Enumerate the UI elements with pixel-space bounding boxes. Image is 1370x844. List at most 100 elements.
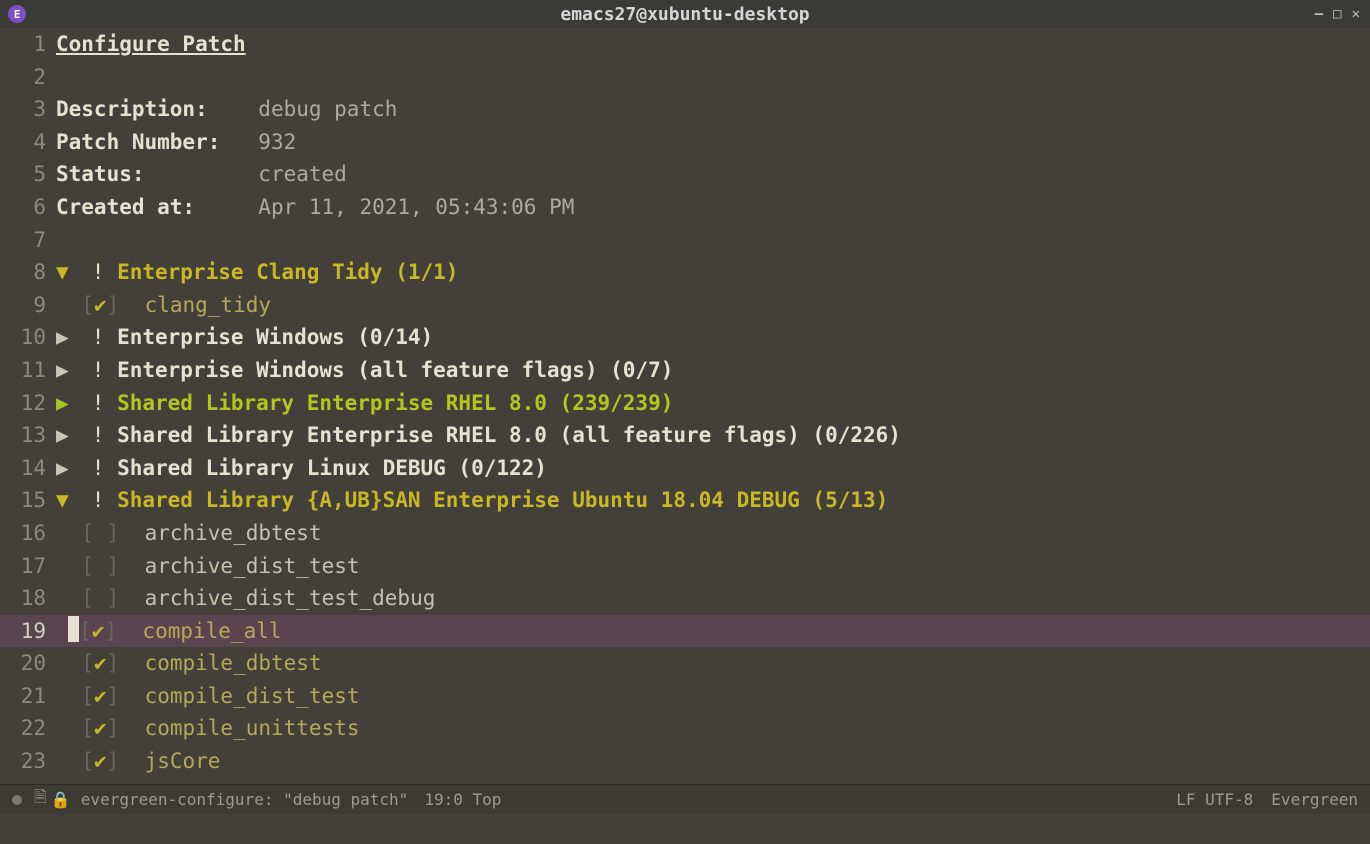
modeline-position: 19:0 Top bbox=[424, 790, 501, 809]
task-name[interactable]: compile_dist_test bbox=[145, 684, 360, 708]
minibuffer[interactable] bbox=[0, 814, 1370, 844]
line-number: 21 bbox=[0, 680, 56, 713]
lock-icon: 🔒 bbox=[51, 790, 71, 809]
task-name[interactable]: jsCore bbox=[145, 749, 221, 773]
field-line: 6Created at: Apr 11, 2021, 05:43:06 PM bbox=[0, 191, 1370, 224]
patch-number-label: Patch Number: bbox=[56, 130, 258, 154]
task-line[interactable]: 20 [✔] compile_dbtest bbox=[0, 647, 1370, 680]
section-label[interactable]: Shared Library {A,UB}SAN Enterprise Ubun… bbox=[117, 488, 888, 512]
section-marker-icon: ! bbox=[92, 391, 105, 415]
task-name[interactable]: archive_dist_test bbox=[145, 554, 360, 578]
task-line[interactable]: 21 [✔] compile_dist_test bbox=[0, 680, 1370, 713]
task-checkbox[interactable]: [✔] bbox=[81, 293, 119, 317]
blank-line: 7 bbox=[0, 224, 1370, 257]
line-number: 9 bbox=[0, 289, 56, 322]
status-label: Status: bbox=[56, 162, 258, 186]
task-checkbox[interactable]: [ ] bbox=[81, 554, 119, 578]
section-header[interactable]: 14▶ ! Shared Library Linux DEBUG (0/122) bbox=[0, 452, 1370, 485]
task-checkbox[interactable]: [✔] bbox=[81, 749, 119, 773]
fold-arrow-icon[interactable]: ▶ bbox=[56, 419, 79, 452]
line-number: 17 bbox=[0, 550, 56, 583]
modeline[interactable]: 🗎 🔒 evergreen-configure: "debug patch" 1… bbox=[0, 784, 1370, 814]
line-number: 8 bbox=[0, 256, 56, 289]
section-label[interactable]: Shared Library Enterprise RHEL 8.0 (all … bbox=[117, 423, 901, 447]
line-number: 23 bbox=[0, 745, 56, 778]
field-line: 5Status: created bbox=[0, 158, 1370, 191]
file-icon: 🗎 bbox=[34, 786, 47, 813]
minimize-button[interactable]: — bbox=[1315, 6, 1323, 22]
description-value: debug patch bbox=[258, 97, 397, 121]
line-number: 3 bbox=[0, 93, 56, 126]
emacs-window: E emacs27@xubuntu-desktop — □ ✕ 1Configu… bbox=[0, 0, 1370, 844]
task-line[interactable]: 22 [✔] compile_unittests bbox=[0, 712, 1370, 745]
task-checkbox[interactable]: [✔] bbox=[81, 651, 119, 675]
line-number: 5 bbox=[0, 158, 56, 191]
text-cursor bbox=[68, 616, 80, 642]
modeline-major-mode: Evergreen bbox=[1271, 790, 1358, 809]
task-name[interactable]: compile_all bbox=[142, 619, 281, 643]
task-checkbox[interactable]: [✔] bbox=[81, 716, 119, 740]
task-line[interactable]: 17 [ ] archive_dist_test bbox=[0, 550, 1370, 583]
task-line[interactable]: 18 [ ] archive_dist_test_debug bbox=[0, 582, 1370, 615]
fold-arrow-icon[interactable]: ▼ bbox=[56, 484, 79, 517]
section-label[interactable]: Enterprise Windows (all feature flags) (… bbox=[117, 358, 673, 382]
created-at-label: Created at: bbox=[56, 195, 258, 219]
task-checkbox[interactable]: [✔] bbox=[81, 684, 119, 708]
task-checkbox[interactable]: [ ] bbox=[81, 586, 119, 610]
line-number: 6 bbox=[0, 191, 56, 224]
task-name[interactable]: archive_dbtest bbox=[145, 521, 322, 545]
task-line[interactable]: 23 [✔] jsCore bbox=[0, 745, 1370, 778]
task-name[interactable]: archive_dist_test_debug bbox=[145, 586, 436, 610]
fold-arrow-icon[interactable]: ▶ bbox=[56, 354, 79, 387]
task-line[interactable]: 16 [ ] archive_dbtest bbox=[0, 517, 1370, 550]
line-number: 13 bbox=[0, 419, 56, 452]
section-marker-icon: ! bbox=[92, 358, 105, 382]
modeline-buffer-name: evergreen-configure: "debug patch" bbox=[81, 790, 409, 809]
line-number: 22 bbox=[0, 712, 56, 745]
section-header[interactable]: 8▼ ! Enterprise Clang Tidy (1/1) bbox=[0, 256, 1370, 289]
section-header[interactable]: 13▶ ! Shared Library Enterprise RHEL 8.0… bbox=[0, 419, 1370, 452]
line-number: 10 bbox=[0, 321, 56, 354]
line-number: 18 bbox=[0, 582, 56, 615]
description-label: Description: bbox=[56, 97, 258, 121]
section-label[interactable]: Shared Library Enterprise RHEL 8.0 (239/… bbox=[117, 391, 673, 415]
task-name[interactable]: compile_unittests bbox=[145, 716, 360, 740]
section-marker-icon: ! bbox=[92, 325, 105, 349]
modeline-encoding: LF UTF-8 bbox=[1176, 790, 1253, 809]
section-marker-icon: ! bbox=[92, 456, 105, 480]
close-button[interactable]: ✕ bbox=[1352, 6, 1360, 22]
task-name[interactable]: clang_tidy bbox=[145, 293, 271, 317]
task-line[interactable]: 9 [✔] clang_tidy bbox=[0, 289, 1370, 322]
fold-arrow-icon[interactable]: ▶ bbox=[56, 321, 79, 354]
line-number: 11 bbox=[0, 354, 56, 387]
task-checkbox[interactable]: [ ] bbox=[81, 521, 119, 545]
window-titlebar[interactable]: E emacs27@xubuntu-desktop — □ ✕ bbox=[0, 0, 1370, 28]
status-value: created bbox=[258, 162, 347, 186]
fold-arrow-icon[interactable]: ▶ bbox=[56, 452, 79, 485]
field-line: 3Description: debug patch bbox=[0, 93, 1370, 126]
window-title: emacs27@xubuntu-desktop bbox=[560, 4, 809, 25]
section-header[interactable]: 12▶ ! Shared Library Enterprise RHEL 8.0… bbox=[0, 387, 1370, 420]
section-marker-icon: ! bbox=[92, 260, 105, 284]
editor-area[interactable]: 1Configure Patch23Description: debug pat… bbox=[0, 28, 1370, 784]
task-name[interactable]: compile_dbtest bbox=[145, 651, 322, 675]
section-header[interactable]: 15▼ ! Shared Library {A,UB}SAN Enterpris… bbox=[0, 484, 1370, 517]
line-number: 14 bbox=[0, 452, 56, 485]
task-checkbox[interactable]: [✔] bbox=[79, 619, 117, 643]
section-label[interactable]: Enterprise Clang Tidy (1/1) bbox=[117, 260, 458, 284]
section-label[interactable]: Shared Library Linux DEBUG (0/122) bbox=[117, 456, 547, 480]
window-controls: — □ ✕ bbox=[1315, 6, 1370, 22]
blank-line: 2 bbox=[0, 61, 1370, 94]
line-number: 7 bbox=[0, 224, 56, 257]
task-line[interactable]: 19 [✔] compile_all bbox=[0, 615, 1370, 648]
app-icon: E bbox=[8, 5, 26, 23]
line-number: 16 bbox=[0, 517, 56, 550]
fold-arrow-icon[interactable]: ▼ bbox=[56, 256, 79, 289]
created-at-value: Apr 11, 2021, 05:43:06 PM bbox=[258, 195, 574, 219]
fold-arrow-icon[interactable]: ▶ bbox=[56, 387, 79, 420]
section-header[interactable]: 10▶ ! Enterprise Windows (0/14) bbox=[0, 321, 1370, 354]
section-header[interactable]: 11▶ ! Enterprise Windows (all feature fl… bbox=[0, 354, 1370, 387]
maximize-button[interactable]: □ bbox=[1333, 6, 1341, 22]
section-label[interactable]: Enterprise Windows (0/14) bbox=[117, 325, 433, 349]
section-marker-icon: ! bbox=[92, 423, 105, 447]
